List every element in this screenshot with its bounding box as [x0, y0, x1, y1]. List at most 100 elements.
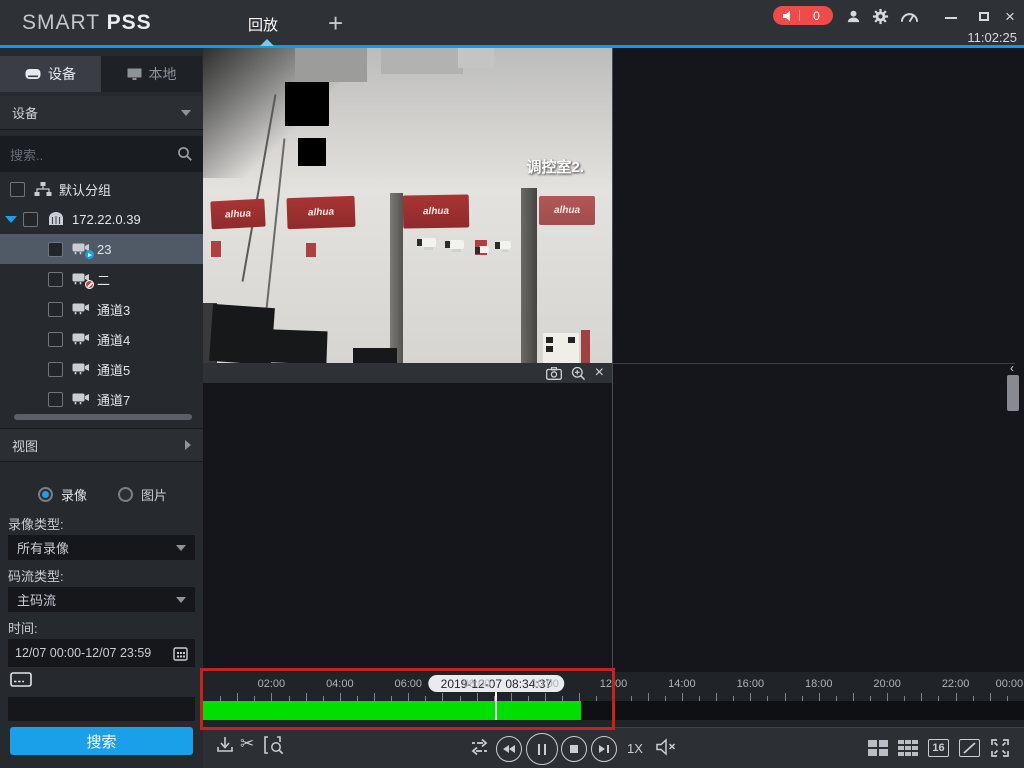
- search-icon[interactable]: [177, 146, 193, 162]
- card-device-icon[interactable]: [10, 672, 32, 688]
- performance-gauge-icon[interactable]: [899, 7, 919, 25]
- timeline-tick: [631, 696, 632, 701]
- tab-playback[interactable]: 回放: [248, 14, 278, 35]
- tree-checkbox[interactable]: [10, 182, 25, 197]
- tree-checkbox[interactable]: [48, 332, 63, 347]
- recording-segment[interactable]: [203, 701, 581, 720]
- split-16-icon[interactable]: 16: [928, 739, 949, 757]
- custom-split-icon[interactable]: [959, 739, 980, 757]
- split-4-icon[interactable]: [868, 740, 888, 756]
- rewind-button[interactable]: [496, 736, 522, 762]
- tree-item-label: 通道7: [97, 390, 130, 409]
- collapse-panel-chevron[interactable]: ‹: [1010, 361, 1014, 375]
- tree-checkbox[interactable]: [23, 212, 38, 227]
- tree-checkbox[interactable]: [48, 392, 63, 407]
- radio-record-dot[interactable]: [38, 487, 53, 502]
- timeline-tick: [819, 693, 820, 701]
- maximize-button[interactable]: [974, 7, 994, 25]
- clip-scissors-icon[interactable]: ✂: [240, 734, 254, 754]
- tree-checkbox[interactable]: [48, 242, 63, 257]
- tree-item-通道5[interactable]: 通道5: [0, 354, 203, 384]
- time-sync-icon[interactable]: [471, 737, 491, 757]
- speed-label[interactable]: 1X: [627, 741, 643, 756]
- radio-record[interactable]: 录像: [38, 485, 87, 504]
- camera-icon: [72, 392, 90, 406]
- radio-picture[interactable]: 图片: [118, 485, 167, 504]
- timeline-tick: [665, 696, 666, 701]
- tree-item-通道4[interactable]: 通道4: [0, 324, 203, 354]
- tab-device[interactable]: 设备: [0, 56, 101, 92]
- next-frame-button[interactable]: [591, 736, 617, 762]
- add-tab-button[interactable]: +: [328, 8, 343, 39]
- calendar-icon[interactable]: [173, 646, 188, 661]
- fullscreen-icon[interactable]: [990, 738, 1010, 758]
- playback-timeline[interactable]: 2019-12-07 08:34:37 02:0004:0006:0008:00…: [203, 672, 1024, 727]
- clip-export-icon[interactable]: [263, 735, 285, 755]
- timeline-tick: [648, 693, 649, 701]
- card-number-input[interactable]: [8, 697, 195, 721]
- tree-item-172.22.0.39[interactable]: 172.22.0.39: [0, 204, 203, 234]
- search-input[interactable]: 搜索..: [10, 145, 177, 164]
- tree-item-23[interactable]: 23: [0, 234, 203, 264]
- tree-item-默认分组[interactable]: 默认分组: [0, 174, 203, 204]
- timeline-tick: [870, 696, 871, 701]
- stop-button[interactable]: [561, 736, 587, 762]
- brand-sign: alhua: [403, 194, 470, 228]
- radio-picture-dot[interactable]: [118, 487, 133, 502]
- red-tab: [306, 243, 316, 257]
- tree-checkbox[interactable]: [48, 302, 63, 317]
- camera-icon: [72, 242, 90, 256]
- mute-speaker-icon[interactable]: [655, 737, 677, 757]
- tree-item-label: 通道3: [97, 300, 130, 319]
- snapshot-icon[interactable]: [546, 367, 562, 380]
- timeline-tick: [938, 696, 939, 701]
- alarm-indicator[interactable]: 0: [773, 6, 833, 25]
- minimize-button[interactable]: [941, 9, 961, 27]
- tree-item-label: 二: [97, 270, 110, 289]
- chevron-right-icon: [185, 440, 191, 450]
- device-search[interactable]: 搜索..: [0, 136, 203, 172]
- stream-type-select[interactable]: 主码流: [8, 587, 195, 612]
- tree-item-label: 172.22.0.39: [72, 212, 141, 227]
- tree-item-通道7[interactable]: 通道7: [0, 384, 203, 414]
- search-submit-button[interactable]: 搜索: [10, 727, 193, 755]
- alarm-count: 0: [800, 9, 833, 23]
- tab-local[interactable]: 本地: [101, 56, 202, 92]
- tree-item-通道3[interactable]: 通道3: [0, 294, 203, 324]
- digital-zoom-icon[interactable]: [571, 366, 586, 381]
- tree-item-二[interactable]: 二: [0, 264, 203, 294]
- video-pane-1[interactable]: 调控室2. alhua alhua alhua alhua: [203, 48, 612, 363]
- user-icon[interactable]: [843, 7, 863, 25]
- camera-icon: [72, 362, 90, 376]
- expand-triangle-icon[interactable]: [5, 216, 17, 223]
- timeline-tick: [990, 693, 991, 701]
- device-section-header[interactable]: 设备: [0, 96, 203, 130]
- close-button[interactable]: ×: [1000, 7, 1020, 25]
- tv-screen: [250, 329, 327, 363]
- time-range-input[interactable]: 12/07 00:00-12/07 23:59: [8, 639, 195, 667]
- timeline-hour-label: 18:00: [805, 678, 833, 690]
- timeline-playhead[interactable]: [495, 689, 497, 720]
- timeline-hour-label: 10:00: [531, 678, 559, 690]
- scene-vent: [381, 48, 463, 74]
- close-video-icon[interactable]: ×: [595, 365, 604, 381]
- device-icon: [47, 212, 65, 226]
- playback-toolbar: ✂ 1X 16: [203, 727, 1024, 768]
- timeline-hour-label: 04:00: [326, 678, 354, 690]
- timeline-tick: [477, 693, 478, 701]
- split-9-icon[interactable]: [898, 740, 918, 756]
- pause-button[interactable]: [526, 733, 558, 765]
- settings-gear-icon[interactable]: [870, 7, 890, 25]
- camera-icon: [72, 272, 90, 286]
- camera-icon: [72, 302, 90, 316]
- view-section-header[interactable]: 视图: [0, 428, 203, 462]
- timeline-tick: [340, 693, 341, 701]
- vertical-scrollbar-thumb[interactable]: [1007, 375, 1019, 411]
- brand-sign: alhua: [210, 199, 265, 230]
- timeline-tick: [887, 693, 888, 701]
- record-type-select[interactable]: 所有录像: [8, 535, 195, 560]
- tree-checkbox[interactable]: [48, 362, 63, 377]
- download-icon[interactable]: [215, 735, 235, 755]
- tree-checkbox[interactable]: [48, 272, 63, 287]
- tree-horizontal-scrollbar[interactable]: [14, 414, 192, 420]
